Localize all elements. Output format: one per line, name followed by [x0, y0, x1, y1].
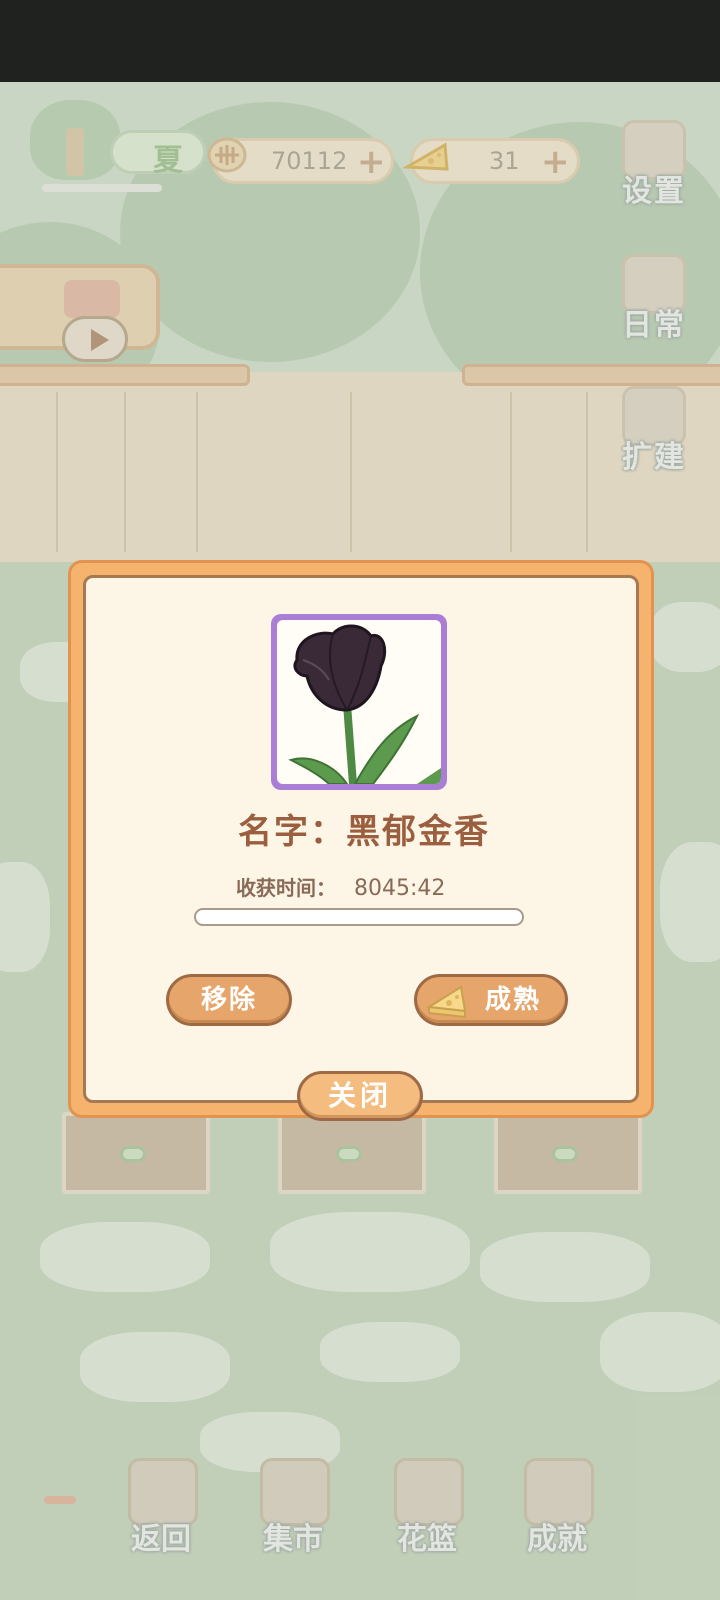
plant-info-dialog: 名字：黑郁金香 收获时间： 8045:42 移除 成熟 关闭	[68, 560, 654, 1121]
close-button[interactable]: 关闭	[297, 1071, 423, 1121]
plant-name: 名字：黑郁金香	[238, 812, 490, 852]
harvest-time-row: 收获时间： 8045:42	[236, 872, 445, 901]
growth-progress-bar	[194, 908, 524, 926]
harvest-time-value: 8045:42	[354, 876, 446, 901]
cheese-icon	[426, 985, 467, 1019]
remove-button[interactable]: 移除	[166, 974, 292, 1026]
black-tulip-icon	[288, 624, 441, 784]
harvest-time-label: 收获时间：	[236, 876, 336, 900]
ripen-button[interactable]: 成熟	[414, 974, 568, 1026]
plant-image-frame	[271, 614, 447, 790]
dialog-body: 名字：黑郁金香 收获时间： 8045:42 移除 成熟	[83, 575, 639, 1103]
ripen-label: 成熟	[484, 985, 541, 1015]
